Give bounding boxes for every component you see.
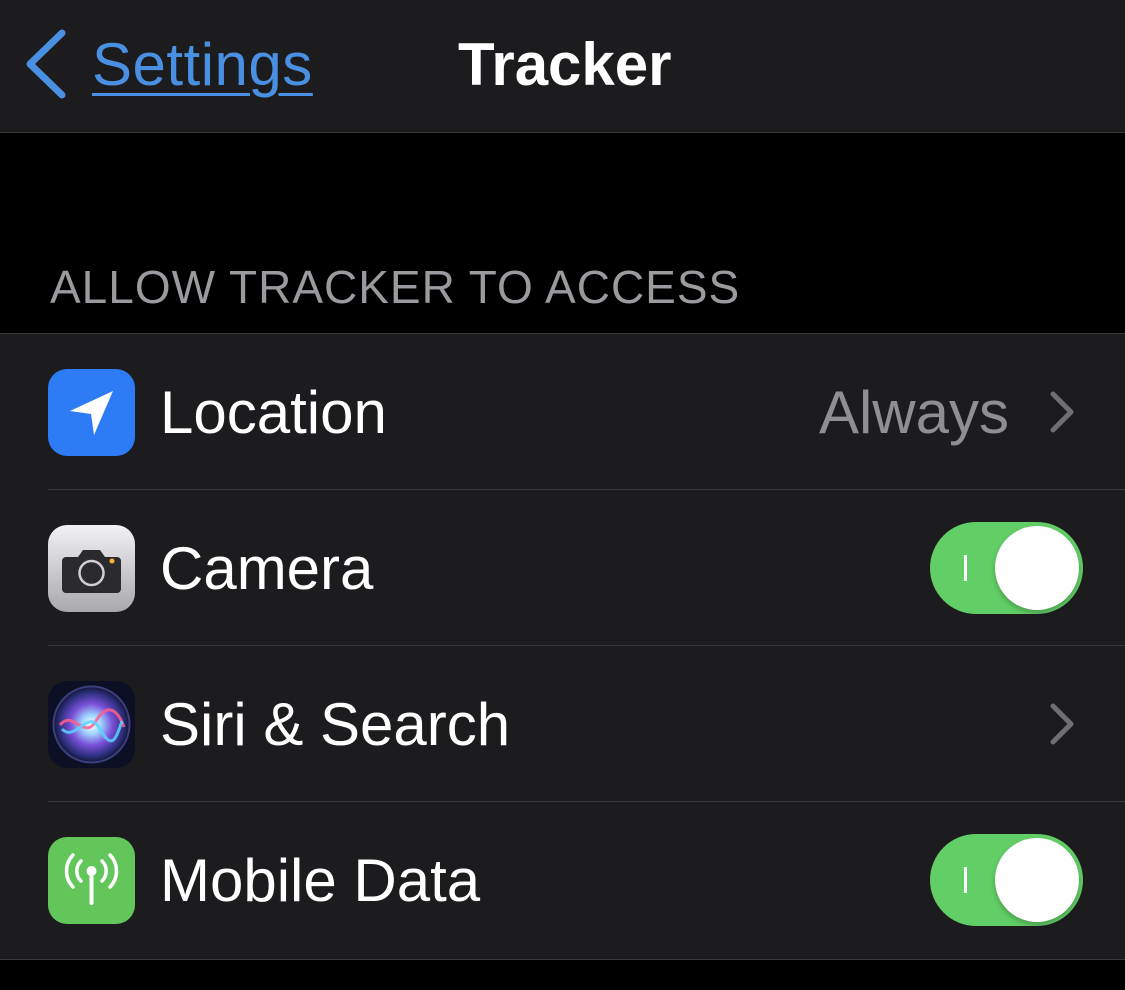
toggle-on-indicator (964, 555, 967, 581)
list-item-location[interactable]: Location Always (0, 334, 1125, 490)
siri-icon (48, 681, 135, 768)
permissions-list: Location Always Camera Siri & Search Mob… (0, 333, 1125, 960)
navigation-bar: Settings Tracker (0, 0, 1125, 133)
list-item-mobile-data: Mobile Data (0, 802, 1125, 958)
list-item-label: Camera (160, 535, 374, 602)
back-button-label[interactable]: Settings (92, 30, 313, 99)
back-button[interactable]: Settings (22, 22, 313, 106)
chevron-right-icon (1050, 703, 1074, 745)
toggle-knob (995, 838, 1079, 922)
list-item-camera: Camera (0, 490, 1125, 646)
toggle-knob (995, 526, 1079, 610)
mobile-data-toggle[interactable] (930, 834, 1083, 926)
camera-toggle[interactable] (930, 522, 1083, 614)
location-arrow-icon (48, 369, 135, 456)
antenna-icon (48, 837, 135, 924)
list-item-label: Mobile Data (160, 847, 481, 914)
list-item-siri-search[interactable]: Siri & Search (0, 646, 1125, 802)
location-value: Always (818, 379, 1009, 446)
section-header: ALLOW TRACKER TO ACCESS (50, 261, 741, 313)
camera-icon (48, 525, 135, 612)
chevron-left-icon (26, 29, 66, 99)
chevron-right-icon (1050, 391, 1074, 433)
page-title: Tracker (458, 31, 672, 98)
toggle-on-indicator (964, 867, 967, 893)
list-item-label: Location (160, 379, 387, 446)
list-item-label: Siri & Search (160, 691, 511, 758)
